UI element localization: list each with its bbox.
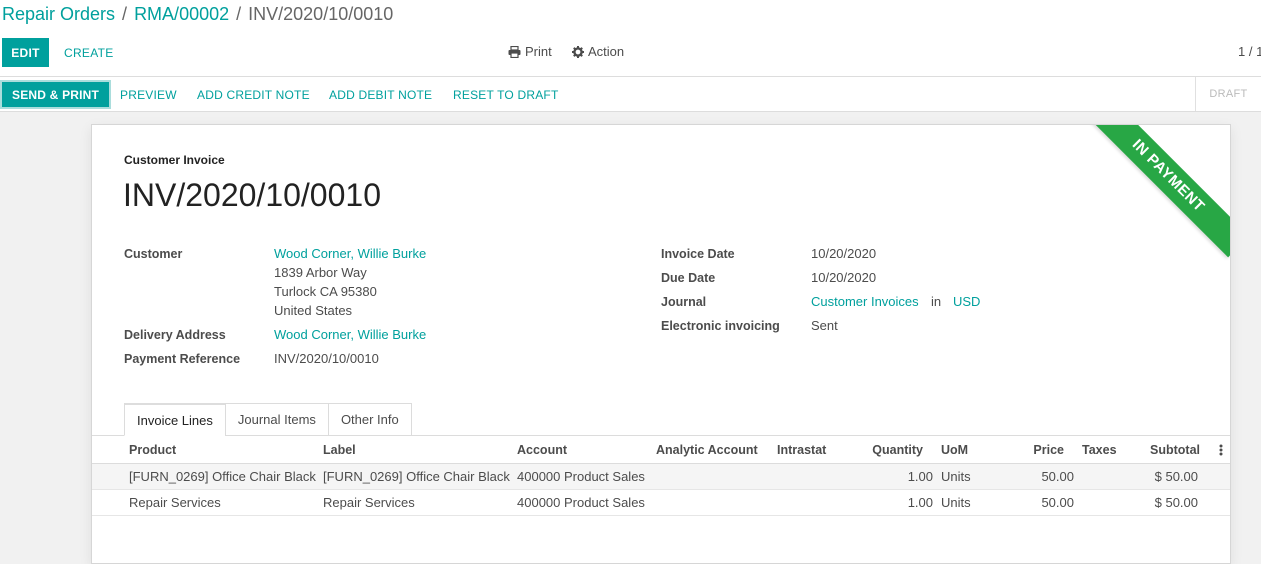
tab-journal-items[interactable]: Journal Items	[224, 403, 329, 436]
column-subtotal[interactable]: Subtotal	[1132, 436, 1200, 463]
cell-account: 400000 Product Sales	[517, 469, 645, 484]
breadcrumb-current: INV/2020/10/0010	[248, 4, 394, 24]
vertical-ellipsis-icon	[1219, 444, 1223, 455]
column-intrastat[interactable]: Intrastat	[777, 436, 826, 463]
delivery-address-label: Delivery Address	[124, 328, 226, 342]
cell-price: 50.00	[1041, 469, 1074, 484]
breadcrumb-separator: /	[236, 4, 242, 24]
document-type: Customer Invoice	[124, 153, 225, 167]
cell-price: 50.00	[1041, 495, 1074, 510]
column-options-button[interactable]	[1219, 436, 1223, 463]
invoice-date-label: Invoice Date	[661, 247, 735, 261]
customer-address-line3: United States	[274, 303, 353, 318]
status-ribbon: IN PAYMENT	[1086, 125, 1230, 258]
column-taxes[interactable]: Taxes	[1082, 436, 1117, 463]
table-row[interactable]: Repair Services Repair Services 400000 P…	[92, 490, 1230, 516]
create-button[interactable]: CREATE	[56, 38, 122, 67]
pager-value[interactable]: 1 / 1	[1238, 44, 1261, 59]
invoice-date-value: 10/20/2020	[811, 246, 877, 261]
cell-product: [FURN_0269] Office Chair Black	[129, 469, 316, 484]
form-sheet: IN PAYMENT Customer Invoice INV/2020/10/…	[91, 124, 1231, 564]
column-label[interactable]: Label	[323, 436, 356, 463]
due-date-value: 10/20/2020	[811, 270, 877, 285]
table-header: Product Label Account Analytic Account I…	[92, 436, 1230, 464]
cell-subtotal: $ 50.00	[1154, 495, 1198, 510]
cell-label: Repair Services	[323, 495, 415, 510]
customer-address-line2: Turlock CA 95380	[274, 284, 377, 299]
cell-subtotal: $ 50.00	[1154, 469, 1198, 484]
column-product[interactable]: Product	[129, 436, 176, 463]
add-debit-note-button[interactable]: ADD DEBIT NOTE	[319, 82, 442, 107]
journal-link[interactable]: Customer Invoices	[811, 294, 919, 309]
payment-reference-value: INV/2020/10/0010	[274, 351, 379, 366]
invoice-name: INV/2020/10/0010	[123, 177, 381, 213]
invoice-lines-table: Product Label Account Analytic Account I…	[92, 436, 1230, 516]
column-uom[interactable]: UoM	[941, 436, 968, 463]
cell-uom: Units	[941, 495, 971, 510]
customer-link[interactable]: Wood Corner, Willie Burke	[274, 246, 426, 261]
electronic-invoicing-label: Electronic invoicing	[661, 319, 780, 333]
column-account[interactable]: Account	[517, 436, 567, 463]
breadcrumb-rma[interactable]: RMA/00002	[134, 4, 229, 24]
journal-label: Journal	[661, 295, 707, 309]
reset-to-draft-button[interactable]: RESET TO DRAFT	[443, 82, 569, 107]
tab-other-info[interactable]: Other Info	[327, 403, 412, 436]
notebook-tabs: Invoice Lines Journal Items Other Info	[124, 403, 412, 436]
printer-icon	[508, 45, 521, 58]
cell-quantity: 1.00	[907, 469, 933, 484]
breadcrumb-repair-orders[interactable]: Repair Orders	[2, 4, 115, 24]
delivery-address-link[interactable]: Wood Corner, Willie Burke	[274, 327, 426, 342]
statusbar: SEND & PRINT PREVIEW ADD CREDIT NOTE ADD…	[0, 77, 1261, 112]
edit-button[interactable]: EDIT	[2, 38, 49, 67]
print-dropdown[interactable]: Print	[508, 44, 552, 59]
customer-label: Customer	[124, 247, 183, 261]
control-panel: Repair Orders / RMA/00002 / INV/2020/10/0010…	[0, 0, 1261, 77]
gear-icon	[572, 45, 584, 58]
currency-link[interactable]: USD	[953, 294, 980, 309]
cell-quantity: 1.00	[907, 495, 933, 510]
cell-label: [FURN_0269] Office Chair Black	[323, 469, 510, 484]
column-quantity[interactable]: Quantity	[852, 436, 923, 463]
electronic-invoicing-value: Sent	[811, 318, 838, 333]
stage-draft[interactable]: DRAFT	[1195, 77, 1261, 111]
column-price[interactable]: Price	[1004, 436, 1064, 463]
add-credit-note-button[interactable]: ADD CREDIT NOTE	[187, 82, 320, 107]
table-row[interactable]: [FURN_0269] Office Chair Black [FURN_026…	[92, 464, 1230, 490]
action-dropdown[interactable]: Action	[572, 44, 624, 59]
print-label: Print	[525, 44, 552, 59]
tab-invoice-lines[interactable]: Invoice Lines	[124, 403, 226, 436]
preview-button[interactable]: PREVIEW	[110, 82, 187, 107]
breadcrumb: Repair Orders / RMA/00002 / INV/2020/10/0010	[2, 4, 393, 25]
column-analytic-account[interactable]: Analytic Account	[656, 436, 758, 463]
send-print-button[interactable]: SEND & PRINT	[2, 82, 110, 107]
cell-uom: Units	[941, 469, 971, 484]
breadcrumb-separator: /	[122, 4, 128, 24]
cell-account: 400000 Product Sales	[517, 495, 645, 510]
action-label: Action	[588, 44, 625, 59]
due-date-label: Due Date	[661, 271, 716, 285]
payment-reference-label: Payment Reference	[124, 352, 241, 366]
cell-product: Repair Services	[129, 495, 221, 510]
journal-in-text: in	[931, 294, 942, 309]
customer-address-line1: 1839 Arbor Way	[274, 265, 367, 280]
